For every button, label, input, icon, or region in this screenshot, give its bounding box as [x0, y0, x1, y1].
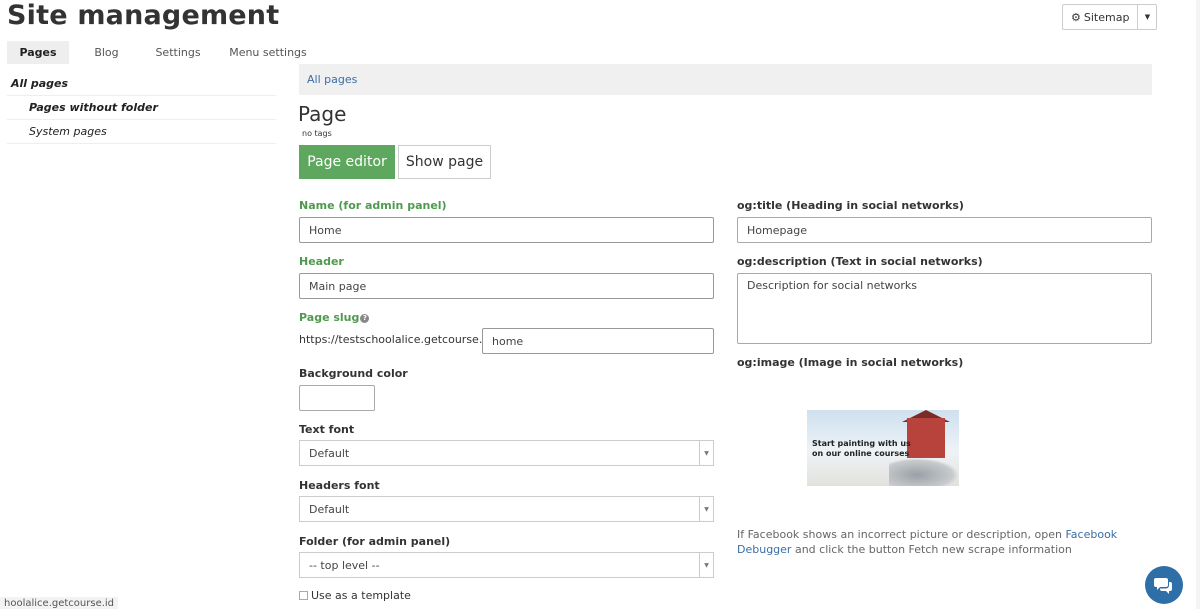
slug-label: Page slug — [299, 311, 360, 324]
template-checkbox-row: Use as a template — [299, 589, 411, 602]
dropdown-arrow-icon: ▼ — [699, 441, 713, 465]
og-title-input[interactable] — [737, 217, 1152, 243]
breadcrumb: All pages — [299, 64, 1152, 95]
caret-down-icon: ▼ — [1144, 13, 1151, 21]
text-font-label: Text font — [299, 423, 355, 436]
editor-title: Page — [298, 102, 347, 126]
fb-note-prefix: If Facebook shows an incorrect picture o… — [737, 528, 1066, 541]
chat-icon — [1154, 578, 1172, 594]
rocks-shape — [889, 458, 959, 486]
scrollbar[interactable] — [1196, 0, 1200, 609]
show-page-button[interactable]: Show page — [398, 145, 491, 179]
sidebar-item-pages-without-folder[interactable]: Pages without folder — [7, 96, 276, 120]
slug-prefix: https://testschoolalice.getcourse.id/ — [299, 333, 497, 346]
tab-settings[interactable]: Settings — [144, 41, 212, 64]
sidebar-item-all-pages[interactable]: All pages — [7, 72, 276, 96]
headers-font-value: Default — [309, 502, 350, 516]
header-input[interactable] — [299, 273, 714, 299]
sidebar: All pages Pages without folder System pa… — [7, 72, 276, 144]
tab-menu-settings[interactable]: Menu settings — [212, 41, 324, 64]
folder-value: -- top level -- — [309, 558, 380, 572]
facebook-note: If Facebook shows an incorrect picture o… — [737, 527, 1157, 557]
og-image-caption: Start painting with us on our online cou… — [812, 439, 911, 458]
og-description-label: og:description (Text in social networks) — [737, 255, 983, 268]
og-title-label: og:title (Heading in social networks) — [737, 199, 964, 212]
house-shape — [907, 418, 945, 458]
dropdown-arrow-icon: ▼ — [699, 497, 713, 521]
breadcrumb-all-pages[interactable]: All pages — [307, 73, 357, 86]
folder-label: Folder (for admin panel) — [299, 535, 451, 548]
slug-input[interactable] — [482, 328, 714, 354]
headers-font-select[interactable]: Default ▼ — [299, 496, 714, 522]
page-title: Site management — [7, 0, 280, 31]
gear-icon: ⚙ — [1071, 10, 1081, 24]
tab-pages[interactable]: Pages — [7, 41, 69, 64]
folder-select[interactable]: -- top level -- ▼ — [299, 552, 714, 578]
dropdown-arrow-icon: ▼ — [699, 553, 713, 577]
sidebar-item-system-pages[interactable]: System pages — [7, 120, 276, 144]
top-tabs: Pages Blog Settings Menu settings — [7, 41, 324, 64]
status-url-hint: hoolalice.getcourse.id — [0, 597, 119, 609]
page-editor-button[interactable]: Page editor — [299, 145, 395, 179]
text-font-value: Default — [309, 446, 350, 460]
name-input[interactable] — [299, 217, 714, 243]
sitemap-button[interactable]: ⚙ Sitemap — [1063, 5, 1139, 29]
sitemap-dropdown-toggle[interactable]: ▼ — [1138, 5, 1156, 29]
headers-font-label: Headers font — [299, 479, 380, 492]
template-label: Use as a template — [311, 589, 411, 602]
sitemap-label: Sitemap — [1083, 10, 1130, 24]
og-image-label: og:image (Image in social networks) — [737, 356, 964, 369]
help-icon[interactable]: ? — [360, 314, 370, 323]
template-checkbox[interactable] — [299, 591, 308, 600]
sitemap-button-group: ⚙ Sitemap ▼ — [1062, 4, 1158, 30]
name-label: Name (for admin panel) — [299, 199, 447, 212]
bg-color-label: Background color — [299, 367, 408, 380]
fb-note-suffix: and click the button Fetch new scrape in… — [791, 543, 1072, 556]
og-image-preview[interactable]: Start painting with us on our online cou… — [807, 410, 959, 486]
tags-text: no tags — [302, 129, 332, 138]
slug-label-row: Page slug? — [299, 311, 370, 324]
bg-color-input[interactable] — [299, 385, 375, 411]
og-description-textarea[interactable]: Description for social networks — [737, 273, 1152, 344]
tab-blog[interactable]: Blog — [69, 41, 144, 64]
text-font-select[interactable]: Default ▼ — [299, 440, 714, 466]
header-label: Header — [299, 255, 344, 268]
chat-button[interactable] — [1145, 566, 1183, 604]
